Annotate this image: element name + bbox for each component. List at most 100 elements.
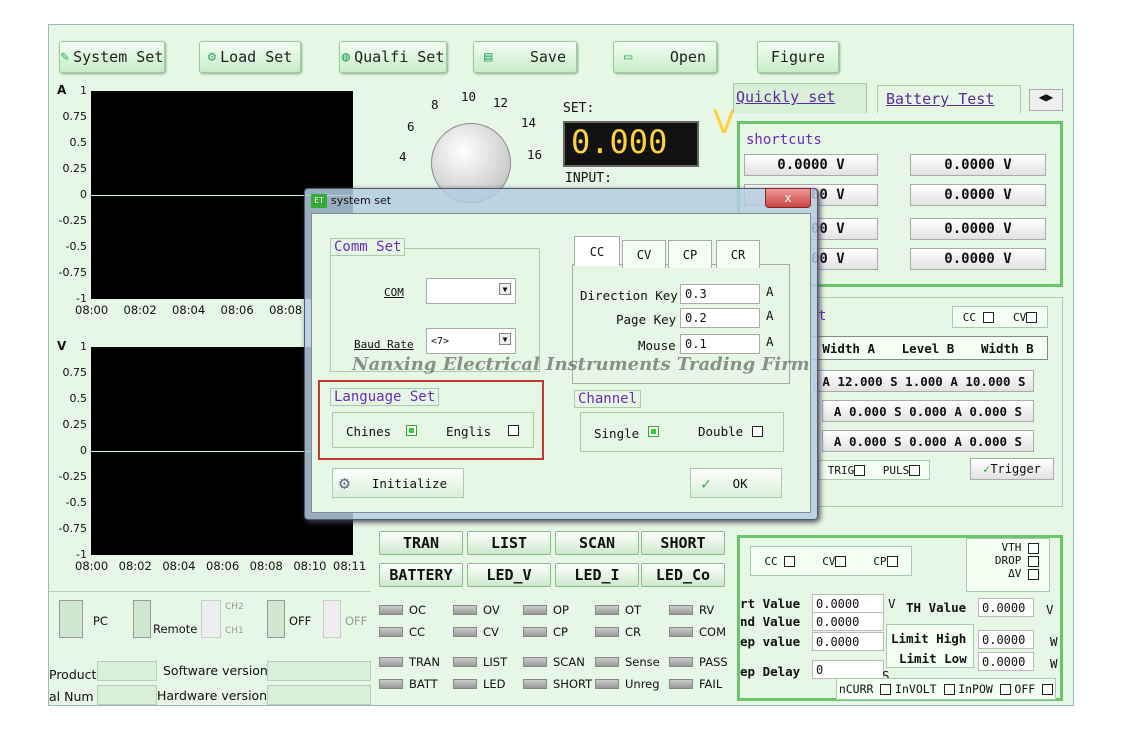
mode-cp[interactable]: CP <box>873 555 898 568</box>
off-switch-2[interactable] <box>323 600 341 638</box>
initialize-button[interactable]: ⚙ Initialize <box>332 468 464 498</box>
tab-battery-test[interactable]: Battery Test <box>877 85 1021 113</box>
load-set-button[interactable]: ⚙ Load Set <box>199 41 301 73</box>
y-tick-label: -0.25 <box>58 470 87 483</box>
com-select[interactable]: ▼ <box>426 278 516 304</box>
system-set-button[interactable]: ✎ System Set <box>59 41 165 73</box>
mode-cc-checkbox[interactable] <box>784 556 796 567</box>
shortcut-right-4[interactable]: 0.0000 V <box>910 248 1046 270</box>
mode-cv-checkbox[interactable] <box>835 556 847 567</box>
puls-checkbox[interactable] <box>909 465 921 476</box>
end-value-input[interactable]: 0.0000 <box>812 612 884 631</box>
dyn-cv-checkbox[interactable] <box>1026 312 1038 323</box>
inpow-option[interactable]: InPOW <box>958 682 1011 696</box>
double-checkbox[interactable] <box>752 426 763 437</box>
vth-checkbox[interactable] <box>1028 542 1039 554</box>
dyn-row-2[interactable]: A 0.000 S 0.000 A 0.000 S <box>822 400 1034 422</box>
drop-checkbox[interactable] <box>1028 555 1039 567</box>
status-indicator: PASS <box>669 655 728 669</box>
off-checkbox[interactable] <box>1042 684 1054 695</box>
mouse-input[interactable]: 0.1 <box>680 334 760 354</box>
pc-switch[interactable] <box>59 600 83 638</box>
gear-icon: ⚙ <box>207 49 217 65</box>
trig-checkbox[interactable] <box>854 465 866 476</box>
vth-option[interactable]: VTH <box>977 541 1039 554</box>
chinese-checkbox[interactable] <box>406 425 417 436</box>
dyn-cc-checkbox[interactable] <box>982 312 994 323</box>
knob-tick: 8 <box>431 97 439 112</box>
channel-switch[interactable] <box>201 600 221 638</box>
led-v-button[interactable]: LED_V <box>467 563 551 587</box>
tab-cr[interactable]: CR <box>716 240 760 268</box>
drop-option[interactable]: DROP <box>977 554 1039 567</box>
baud-rate-select[interactable]: <7> ▼ <box>426 328 516 354</box>
shortcut-right-1[interactable]: 0.0000 V <box>910 154 1046 176</box>
indicator-label: Sense <box>625 655 660 669</box>
led-i-button[interactable]: LED_I <box>555 563 639 587</box>
dv-checkbox[interactable] <box>1028 568 1039 580</box>
protect-options: nCURR InVOLT InPOW OFF <box>836 678 1056 700</box>
tab-cc[interactable]: CC <box>574 236 620 266</box>
mode-cv[interactable]: CV <box>822 555 847 568</box>
single-checkbox[interactable] <box>648 426 659 437</box>
off-option[interactable]: OFF <box>1014 682 1054 696</box>
tab-scroll-arrows[interactable]: ◀▶ <box>1029 89 1063 111</box>
status-indicator: SCAN <box>523 655 585 669</box>
x-tick-label: 08:00 <box>75 303 109 317</box>
involt-checkbox[interactable] <box>943 684 955 695</box>
tran-button[interactable]: TRAN <box>379 531 463 555</box>
list-button[interactable]: LIST <box>467 531 551 555</box>
dv-option[interactable]: ΔV <box>977 567 1039 580</box>
page-key-input[interactable]: 0.2 <box>680 308 760 328</box>
limit-high-input[interactable]: 0.0000 <box>978 630 1034 649</box>
close-button[interactable]: x <box>765 188 811 208</box>
shortcut-left-1[interactable]: 0.0000 V <box>744 154 878 176</box>
limit-low-input[interactable]: 0.0000 <box>978 652 1034 671</box>
inpow-checkbox[interactable] <box>999 684 1011 695</box>
dyn-cv[interactable]: CV <box>1013 311 1038 324</box>
scan-button[interactable]: SCAN <box>555 531 639 555</box>
dyn-row-1[interactable]: A 12.000 S 1.000 A 10.000 S <box>814 370 1034 392</box>
ch1-label: CH1 <box>225 626 244 636</box>
mode-cc[interactable]: CC <box>764 555 796 568</box>
tab-cv[interactable]: CV <box>622 240 666 268</box>
status-indicator: CR <box>595 625 641 639</box>
figure-button[interactable]: Figure <box>757 41 839 73</box>
step-value-input[interactable]: 0.0000 <box>812 632 884 651</box>
trig-puls-select: TRIG PULS <box>818 460 930 480</box>
battery-button[interactable]: BATTERY <box>379 563 463 587</box>
ncurr-checkbox[interactable] <box>880 684 892 695</box>
open-button[interactable]: ▭ Open <box>613 41 717 73</box>
y-tick-label: -0.5 <box>65 496 87 509</box>
english-checkbox[interactable] <box>508 425 519 436</box>
direction-key-input[interactable]: 0.3 <box>680 284 760 304</box>
trig-option[interactable]: TRIG <box>828 464 866 477</box>
shortcut-right-3[interactable]: 0.0000 V <box>910 218 1046 240</box>
remote-switch[interactable] <box>133 600 151 638</box>
y-tick-label: 0.25 <box>62 162 88 175</box>
off-switch-1[interactable] <box>267 600 285 638</box>
system-set-dialog: ET system set x Comm Set COM ▼ Baud Rate… <box>304 188 818 520</box>
th-value-input[interactable]: 0.0000 <box>978 598 1034 617</box>
tab-quickly-set[interactable]: Quickly set <box>733 83 867 113</box>
involt-option[interactable]: InVOLT <box>895 682 955 696</box>
trigger-button[interactable]: ✓ Trigger <box>970 458 1054 480</box>
qualfi-set-button[interactable]: ◍ Qualfi Set <box>339 41 447 73</box>
indicator-label: PASS <box>699 655 728 669</box>
mode-cp-checkbox[interactable] <box>886 556 898 567</box>
dyn-row-3[interactable]: A 0.000 S 0.000 A 0.000 S <box>822 430 1034 452</box>
ok-button[interactable]: ✓ OK <box>690 468 782 498</box>
dyn-cc[interactable]: CC <box>963 311 994 324</box>
puls-option[interactable]: PULS <box>883 464 921 477</box>
start-value-input[interactable]: 0.0000 <box>812 594 884 613</box>
short-button[interactable]: SHORT <box>641 531 725 555</box>
step-delay-input[interactable]: 0 <box>812 660 884 679</box>
tab-cp[interactable]: CP <box>668 240 712 268</box>
save-button[interactable]: ▤ Save <box>473 41 577 73</box>
shortcut-right-2[interactable]: 0.0000 V <box>910 184 1046 206</box>
status-indicator: Unreg <box>595 677 660 691</box>
hardware-version-label: Hardware version <box>157 688 268 703</box>
status-indicator: COM <box>669 625 726 639</box>
led-co-button[interactable]: LED_Co <box>641 563 725 587</box>
ncurr-option[interactable]: nCURR <box>839 682 892 696</box>
